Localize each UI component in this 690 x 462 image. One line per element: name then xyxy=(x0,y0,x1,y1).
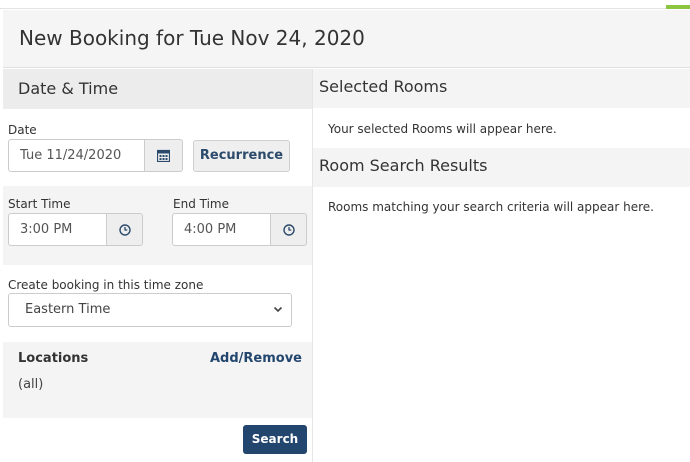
time-block: Start Time 3:00 PM End Time 4:00 PM xyxy=(3,186,312,265)
selected-rooms-placeholder: Your selected Rooms will appear here. xyxy=(328,122,557,136)
end-time-clock-button[interactable] xyxy=(270,213,307,246)
locations-value: (all) xyxy=(18,377,44,392)
date-time-title: Date & Time xyxy=(18,79,119,98)
calendar-button[interactable] xyxy=(144,139,183,172)
chevron-down-icon xyxy=(273,294,283,339)
date-label: Date xyxy=(8,123,37,137)
date-input[interactable]: Tue 11/24/2020 xyxy=(8,139,145,172)
selected-rooms-title: Selected Rooms xyxy=(319,77,448,96)
locations-title: Locations xyxy=(18,351,89,366)
date-time-section-header: Date & Time xyxy=(3,69,312,109)
timezone-selected-value: Eastern Time xyxy=(25,302,111,317)
page-header: New Booking for Tue Nov 24, 2020 xyxy=(3,10,690,68)
top-divider xyxy=(0,8,690,9)
start-time-clock-button[interactable] xyxy=(106,213,143,246)
locations-block: Locations Add/Remove (all) xyxy=(3,342,312,418)
add-remove-locations-link[interactable]: Add/Remove xyxy=(210,351,302,366)
room-search-results-title: Room Search Results xyxy=(319,156,488,175)
timezone-label: Create booking in this time zone xyxy=(8,278,204,292)
room-search-results-placeholder: Rooms matching your search criteria will… xyxy=(328,200,654,214)
date-time-panel: Date & Time Date Tue 11/24/2020 Recurren… xyxy=(3,69,312,462)
end-time-label: End Time xyxy=(173,197,229,211)
rooms-panel: Selected Rooms Your selected Rooms will … xyxy=(313,69,690,462)
page-title: New Booking for Tue Nov 24, 2020 xyxy=(19,26,365,50)
start-time-input[interactable]: 3:00 PM xyxy=(8,213,107,246)
clock-icon xyxy=(282,223,295,236)
room-search-results-header: Room Search Results xyxy=(313,148,690,187)
timezone-select[interactable]: Eastern Time xyxy=(8,293,292,327)
selected-rooms-header: Selected Rooms xyxy=(313,69,690,108)
clock-icon xyxy=(118,223,131,236)
accent-bar xyxy=(666,5,690,9)
start-time-label: Start Time xyxy=(8,197,71,211)
calendar-icon xyxy=(157,149,170,162)
recurrence-button[interactable]: Recurrence xyxy=(193,140,290,172)
end-time-input[interactable]: 4:00 PM xyxy=(172,213,271,246)
search-button[interactable]: Search xyxy=(243,425,307,454)
